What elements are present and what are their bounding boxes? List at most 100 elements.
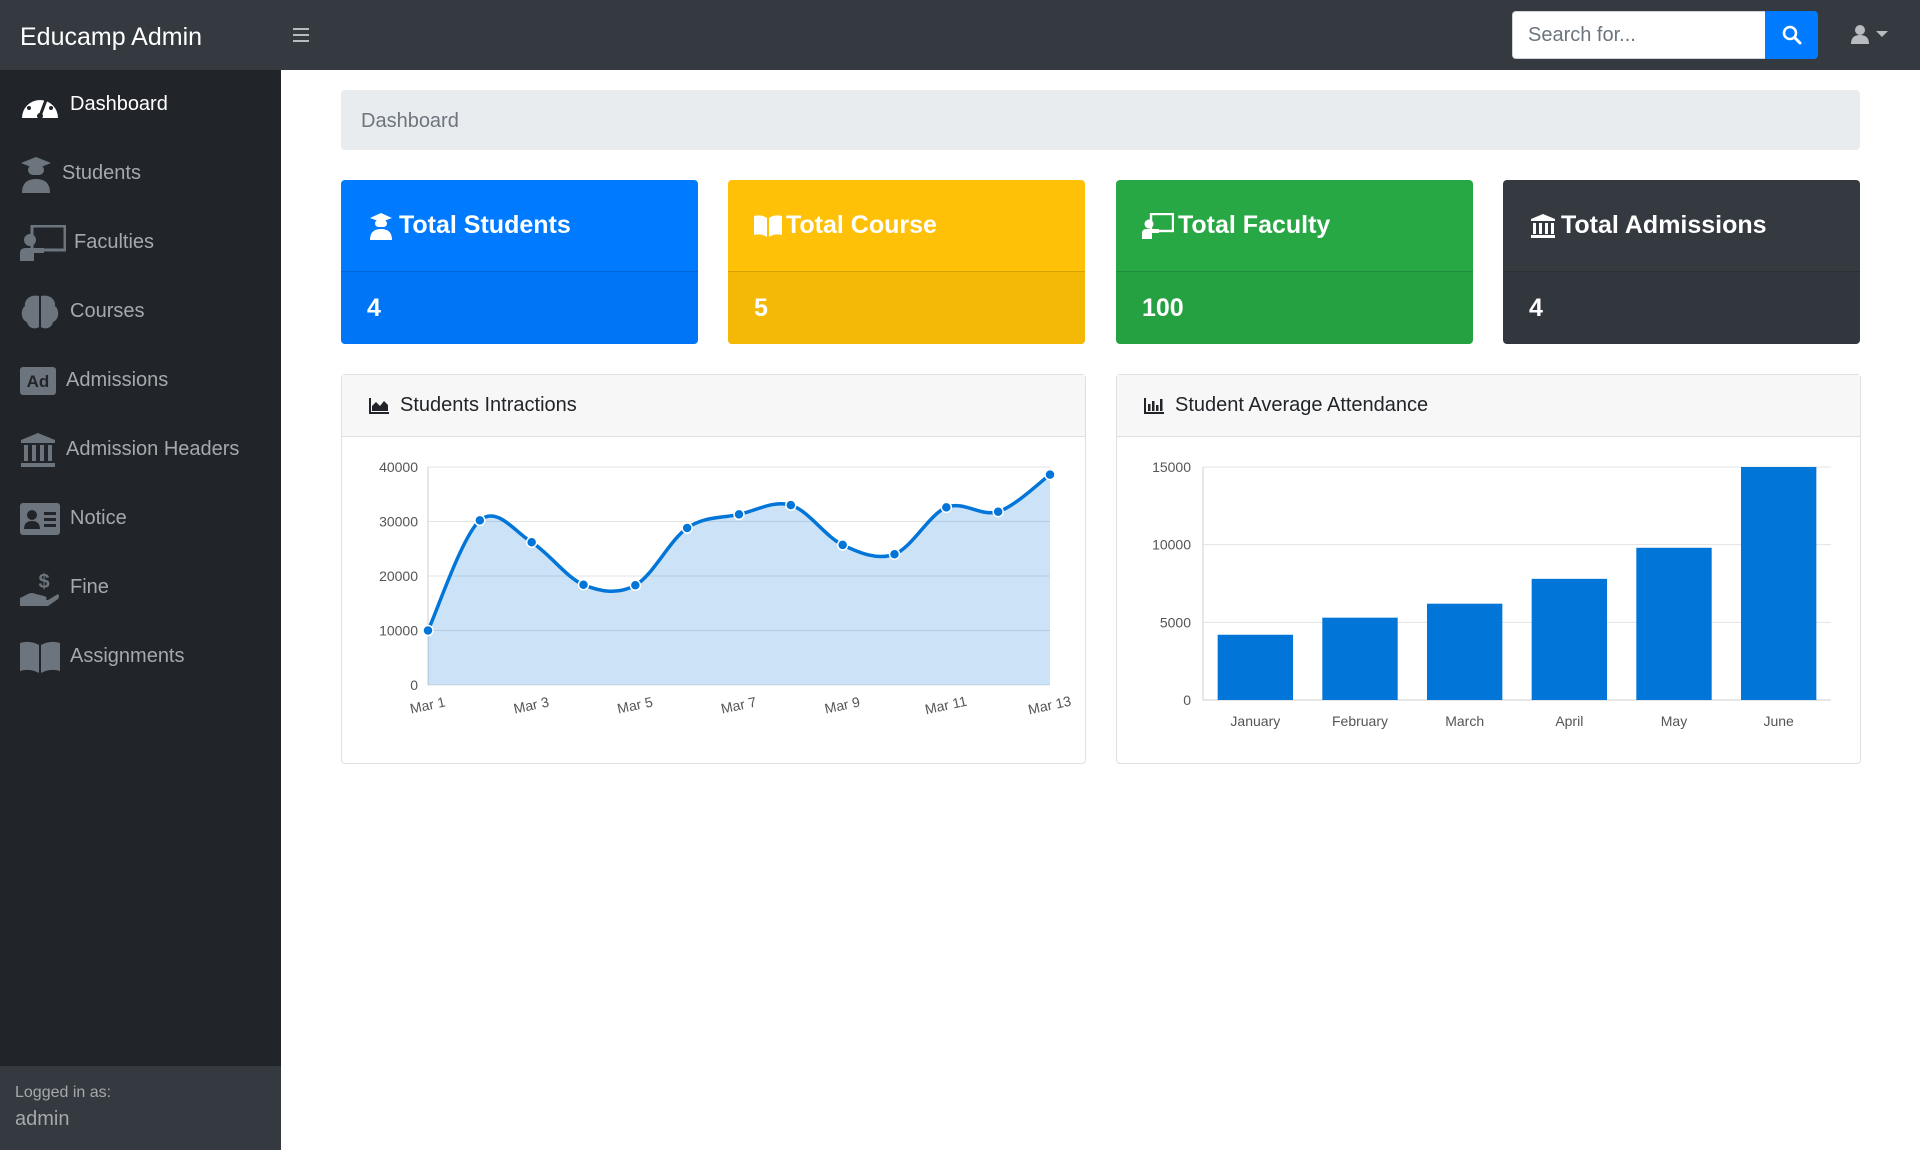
x-tick-label: May	[1661, 713, 1687, 729]
search-button[interactable]	[1765, 11, 1818, 59]
bar	[1531, 578, 1608, 700]
data-point	[525, 536, 538, 548]
bar	[1740, 467, 1817, 700]
logged-in-username: admin	[15, 1108, 70, 1130]
stat-card-faculty[interactable]: Total Faculty 100	[1116, 180, 1473, 344]
x-tick-label: April	[1555, 713, 1583, 729]
y-tick-label: 0	[410, 677, 418, 693]
sidebar-item-dashboard[interactable]: Dashboard	[0, 70, 281, 139]
sidebar-item-students[interactable]: Students	[0, 139, 281, 208]
sidebar-item-fine[interactable]: $ Fine	[0, 553, 281, 622]
student-attendance-chart: 0 5000 10000 15000 January February March April…	[1152, 459, 1831, 729]
brand-title[interactable]: Educamp Admin	[20, 0, 202, 70]
student-attendance-card: Student Average Attendance 0 5000 10000 150…	[1116, 374, 1861, 764]
x-tick-label: February	[1332, 713, 1388, 729]
area-chart-icon	[368, 395, 390, 417]
stat-card-header: Total Faculty	[1116, 180, 1473, 271]
stat-card-course[interactable]: Total Course 5	[728, 180, 1085, 344]
search-input[interactable]	[1512, 11, 1765, 59]
svg-text:$: $	[38, 571, 49, 593]
data-point	[836, 539, 849, 551]
breadcrumb-current: Dashboard	[361, 110, 459, 132]
data-point	[422, 624, 434, 637]
university-icon	[1529, 212, 1557, 240]
breadcrumb: Dashboard	[341, 90, 1860, 150]
sidebar-item-label: Admissions	[66, 369, 169, 391]
students-interactions-card: Students Intractions 0 10000 20000 30000 400…	[341, 374, 1086, 764]
data-point	[888, 548, 901, 560]
data-point	[681, 522, 693, 534]
bar	[1426, 603, 1503, 700]
y-tick-label: 10000	[379, 623, 418, 639]
x-tick-label: Mar 3	[512, 693, 551, 716]
top-navbar: Educamp Admin	[0, 0, 1920, 70]
stat-card-value: 100	[1116, 271, 1473, 344]
sidebar-item-notice[interactable]: Notice	[0, 484, 281, 553]
logged-in-caption: Logged in as:	[15, 1084, 112, 1101]
sidebar-item-courses[interactable]: Courses	[0, 277, 281, 346]
sidebar: Dashboard Students Faculties Courses Ad …	[0, 70, 281, 1150]
sidebar-item-admissions[interactable]: Ad Admissions	[0, 346, 281, 415]
sidebar-toggle-button[interactable]	[289, 24, 313, 46]
data-point	[733, 508, 745, 521]
bar	[1322, 617, 1398, 700]
x-tick-label: January	[1230, 713, 1280, 729]
x-tick-label: Mar 7	[719, 693, 758, 716]
bar	[1217, 634, 1294, 700]
user-dropdown-toggle[interactable]	[1850, 24, 1888, 44]
sidebar-item-assignments[interactable]: Assignments	[0, 622, 281, 691]
sidebar-item-label: Students	[62, 162, 141, 184]
data-point	[474, 514, 486, 527]
book-icon	[20, 637, 60, 677]
data-point	[1044, 468, 1056, 481]
sidebar-item-label: Notice	[70, 507, 127, 529]
data-point	[577, 578, 590, 591]
search-icon	[1782, 25, 1801, 45]
stat-card-title: Total Faculty	[1178, 211, 1331, 239]
stat-card-header: Total Course	[728, 180, 1085, 271]
hamburger-icon-line	[293, 40, 309, 42]
x-tick-label: June	[1763, 713, 1794, 729]
card-title: Student Average Attendance	[1175, 394, 1429, 416]
chalkboard-teacher-icon	[20, 223, 66, 263]
stat-card-title: Total Admissions	[1561, 211, 1767, 239]
card-title: Students Intractions	[400, 394, 577, 416]
graduate-icon	[367, 212, 395, 240]
y-tick-label: 5000	[1160, 614, 1191, 630]
card-header: Student Average Attendance	[1117, 375, 1860, 437]
stat-card-students[interactable]: Total Students 4	[341, 180, 698, 344]
id-card-icon	[20, 499, 60, 539]
brain-icon	[20, 292, 60, 332]
user-icon	[1851, 25, 1869, 44]
sidebar-item-admission-headers[interactable]: Admission Headers	[0, 415, 281, 484]
stat-card-admissions[interactable]: Total Admissions 4	[1503, 180, 1860, 344]
data-point	[940, 501, 953, 514]
sidebar-item-label: Faculties	[74, 231, 155, 253]
card-header: Students Intractions	[342, 375, 1085, 437]
x-tick-label: Mar 5	[616, 693, 655, 716]
sidebar-item-label: Fine	[70, 576, 109, 598]
x-tick-label: Mar 13	[1027, 693, 1073, 718]
sidebar-item-label: Dashboard	[70, 93, 168, 115]
sidebar-item-label: Courses	[70, 300, 145, 322]
graduate-icon	[20, 154, 52, 194]
bar	[1636, 547, 1712, 700]
x-tick-label: Mar 9	[823, 693, 862, 716]
chevron-down-icon	[1876, 31, 1888, 37]
data-point	[629, 579, 642, 592]
svg-text:Ad: Ad	[27, 372, 50, 391]
y-tick-label: 30000	[379, 514, 418, 530]
x-tick-label: March	[1445, 713, 1484, 729]
students-interactions-chart: 0 10000 20000 30000 40000 Mar 1 Mar 3 Mar 5 Mar …	[379, 459, 1073, 718]
stat-card-value: 5	[728, 271, 1085, 344]
sidebar-item-faculties[interactable]: Faculties	[0, 208, 281, 277]
bar-chart-icon	[1143, 395, 1165, 417]
stat-card-header: Total Admissions	[1503, 180, 1860, 271]
stat-card-title: Total Course	[786, 211, 937, 239]
university-icon	[20, 430, 56, 470]
x-tick-label: Mar 11	[923, 693, 968, 718]
hand-dollar-icon: $	[20, 568, 60, 608]
stat-card-title: Total Students	[399, 211, 571, 239]
search-form	[1512, 11, 1818, 59]
y-tick-label: 40000	[379, 459, 418, 475]
